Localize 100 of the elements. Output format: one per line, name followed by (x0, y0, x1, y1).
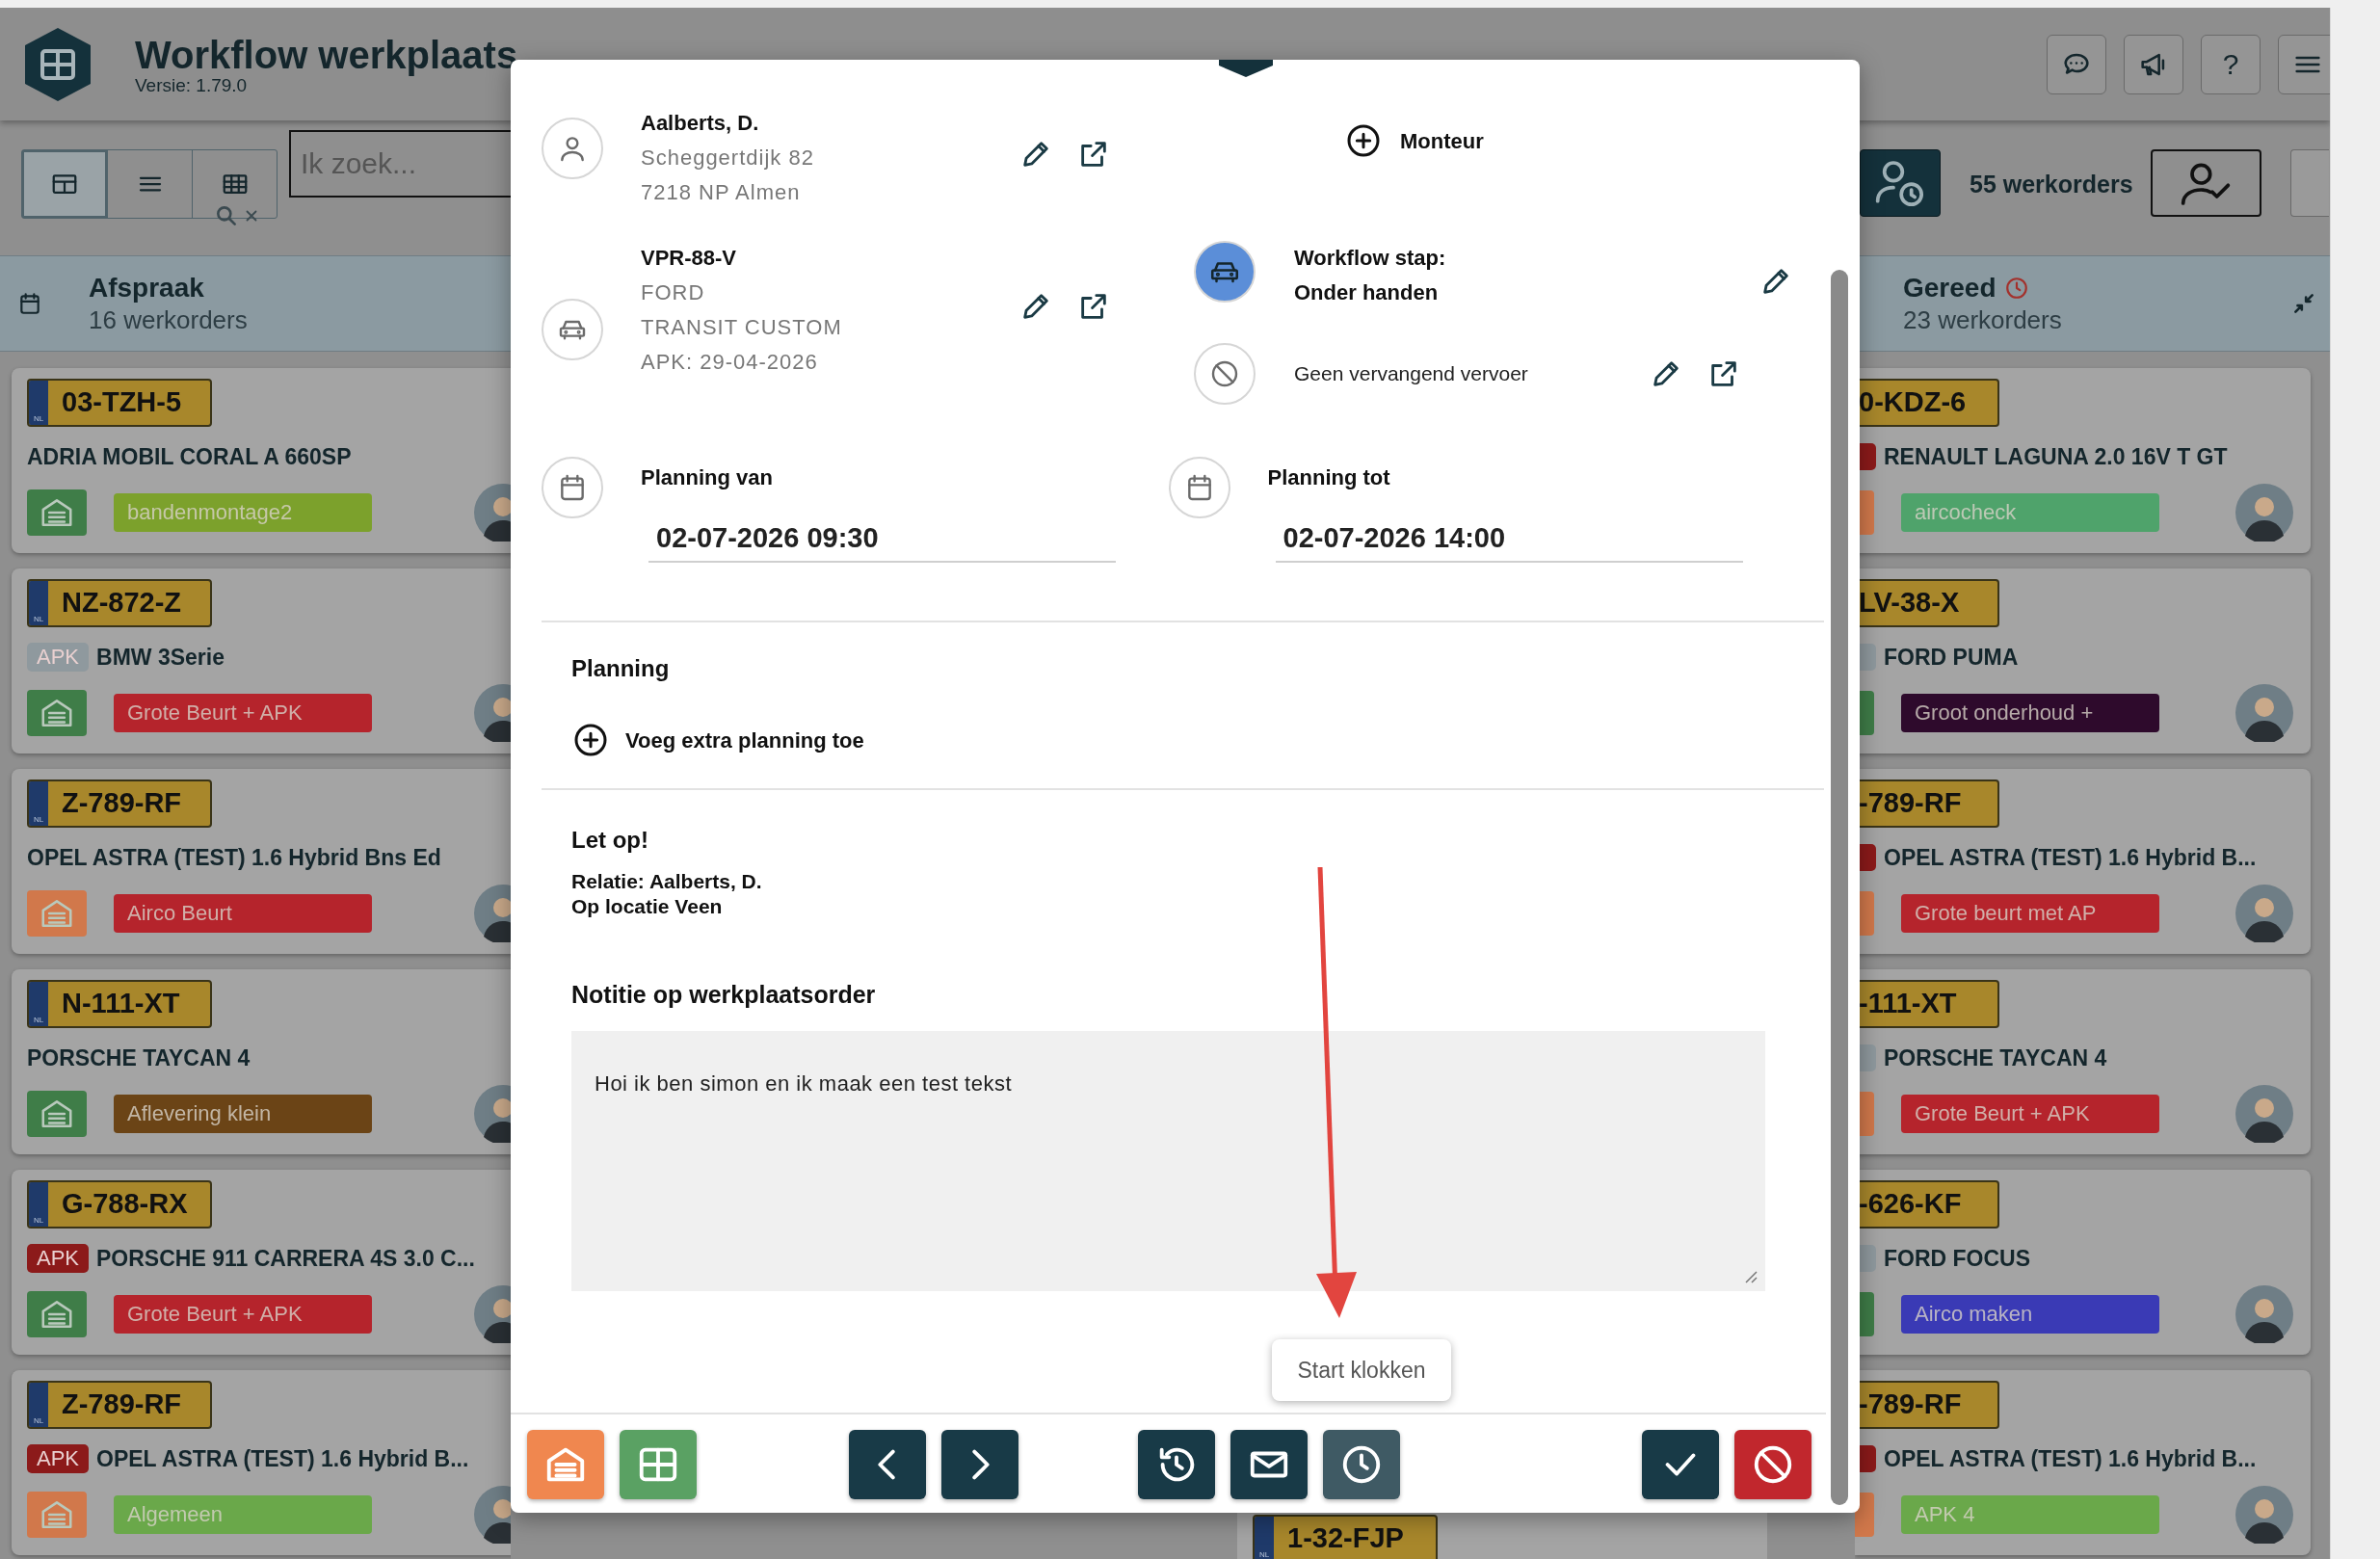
avatar (2235, 1085, 2293, 1143)
tag: Grote Beurt + APK (1901, 1095, 2159, 1133)
tag: Grote beurt met AP (1901, 894, 2159, 933)
country-code: NL (33, 1017, 44, 1024)
note-field[interactable]: Hoi ik ben simon en ik maak een test tekst (571, 1030, 1765, 1291)
scrollbar[interactable] (1831, 270, 1848, 1505)
vehicle-name: FORD FOCUS (1884, 1244, 2031, 1273)
customer-name: Aalberts, D. (641, 110, 760, 137)
planning-label: Planning van (641, 464, 774, 491)
work-order-card[interactable]: NL Z-789-RF APK OPEL ASTRA (TEST) 1.6 Hybrid B... Algemeen (12, 1370, 511, 1555)
vehicle-make: FORD (641, 279, 706, 306)
country-code: NL (33, 816, 44, 824)
tag: Airco Beurt (114, 894, 372, 933)
chat-button[interactable] (2047, 34, 2106, 94)
plate-number: N-111-XT (61, 987, 181, 1021)
vehicle-name: PORSCHE 911 CARRERA 4S 3.0 C... (96, 1244, 475, 1273)
tag: Airco maken (1901, 1295, 2159, 1334)
country-code: NL (1258, 1551, 1270, 1559)
vehicle-name: RENAULT LAGUNA 2.0 16V T GT (1884, 442, 2228, 471)
customer-city: 7218 NP Almen (641, 179, 802, 206)
vehicle-name: OPEL ASTRA (TEST) 1.6 Hybrid Bns Ed (27, 843, 441, 872)
vehicle-name: PORSCHE TAYCAN 4 (1884, 1044, 2107, 1072)
transport-label: Geen vervangend vervoer (1294, 361, 1529, 387)
avatar (2235, 1486, 2293, 1544)
column-title: Gereed (1903, 272, 1997, 304)
hexagon-icon (1219, 60, 1273, 77)
section-title: Notitie op werkplaatsorder (571, 980, 877, 1010)
work-order-card[interactable]: NL G-788-RX APK PORSCHE 911 CARRERA 4S 3.0 C... Grote Beurt + APK (12, 1170, 511, 1355)
tag: APK 4 (1901, 1495, 2159, 1534)
plate-number: -626-KF (1858, 1187, 1963, 1222)
country-code: NL (33, 415, 44, 423)
add-mechanic-button[interactable]: Monteur (1344, 121, 1484, 160)
vehicle-name: FORD PUMA (1884, 643, 2019, 672)
planning-label: Planning tot (1267, 464, 1391, 491)
plate-number: 0-KDZ-6 (1858, 385, 1968, 420)
column-count: 23 werkorders (1903, 304, 2062, 335)
tag: Algemeen (114, 1495, 372, 1534)
country-code: NL (33, 1217, 44, 1225)
apk-badge: APK (27, 643, 90, 672)
country-code: NL (33, 616, 44, 623)
plate-number: Z-789-RF (61, 786, 183, 821)
column-title: Afspraak (89, 272, 204, 304)
date-field[interactable]: 02-07-2026 14:00 (1275, 515, 1743, 563)
clock-icon (2003, 276, 2029, 301)
work-order-card[interactable]: NL Z-789-RF OPEL ASTRA (TEST) 1.6 Hybrid Bns Ed Airco Beurt (12, 769, 511, 954)
search-field[interactable]: Ik zoek... (289, 130, 511, 198)
work-order-card[interactable]: -789-RF OPEL ASTRA (TEST) 1.6 Hybrid B... APK 4 (1855, 1370, 2311, 1555)
app-title: Workflow werkplaats (135, 33, 518, 76)
vehicle-name: OPEL ASTRA (TEST) 1.6 Hybrid B... (1884, 1444, 2257, 1473)
work-order-card[interactable]: NL N-111-XT PORSCHE TAYCAN 4 Aflevering klein (12, 969, 511, 1154)
vehicle-plate: VPR-88-V (641, 245, 738, 272)
assign-button[interactable] (2150, 149, 2261, 217)
vehicle-name: BMW 3Serie (96, 643, 225, 672)
vehicle-name: OPEL ASTRA (TEST) 1.6 Hybrid B... (1884, 843, 2257, 872)
work-order-card[interactable]: NL NZ-872-Z APK BMW 3Serie Grote Beurt + APK (12, 568, 511, 753)
view-toggle[interactable] (22, 150, 107, 218)
collapse-icon (2291, 291, 2316, 316)
vehicle-model: TRANSIT CUSTOM (641, 314, 843, 341)
vehicle-name: OPEL ASTRA (TEST) 1.6 Hybrid B... (96, 1444, 469, 1473)
avatar (2235, 885, 2293, 942)
order-count: 55 werkorders (1970, 170, 2133, 199)
workflow-label: Workflow stap: (1294, 245, 1447, 272)
next-button[interactable] (941, 1430, 1018, 1499)
plate-number: NZ-872-Z (61, 586, 183, 621)
history-button[interactable] (1138, 1430, 1215, 1499)
ban-glyph (1209, 358, 1240, 389)
tag: Groot onderhoud + (1901, 694, 2159, 732)
garage-button[interactable] (527, 1430, 604, 1499)
work-order-card[interactable]: NL 03-TZH-5 ADRIA MOBIL CORAL A 660SP bandenmontage2 (12, 368, 511, 553)
section-title: Planning (571, 654, 671, 683)
tooltip: Start klokken (1272, 1339, 1451, 1401)
plate-number: Z-789-RF (61, 1387, 183, 1422)
date-field[interactable]: 02-07-2026 09:30 (648, 515, 1116, 563)
previous-button[interactable] (849, 1430, 926, 1499)
search-icon (214, 203, 239, 228)
add-planning-button[interactable]: Voeg extra planning toe (571, 721, 864, 759)
avatar (2235, 684, 2293, 742)
apk-badge: APK (27, 1244, 90, 1273)
column-count: 16 werkorders (89, 304, 248, 335)
timer-button[interactable] (1860, 149, 1941, 217)
customer-address: Scheggertdijk 82 (641, 145, 815, 172)
clock-button[interactable] (1323, 1430, 1400, 1499)
help-button[interactable]: ? (2201, 34, 2261, 94)
note-text: Hoi ik ben simon en ik maak een test tekst (595, 1070, 1013, 1096)
tag: Grote Beurt + APK (114, 1295, 372, 1334)
tag: Grote Beurt + APK (114, 694, 372, 732)
version-label: Versie: 1.79.0 (135, 75, 249, 95)
menu-button[interactable] (2278, 34, 2330, 94)
cancel-button[interactable] (1734, 1430, 1811, 1499)
calendar-icon (17, 291, 42, 316)
plate-number: G-788-RX (61, 1187, 189, 1222)
plate-number: -789-RF (1858, 786, 1963, 821)
announcement-button[interactable] (2124, 34, 2183, 94)
vehicle-name: PORSCHE TAYCAN 4 (27, 1044, 251, 1072)
confirm-button[interactable] (1642, 1430, 1719, 1499)
grid-button[interactable] (620, 1430, 697, 1499)
vehicle-apk-date: APK: 29-04-2026 (641, 349, 819, 376)
plate-number: 03-TZH-5 (61, 385, 183, 420)
mail-button[interactable] (1230, 1430, 1308, 1499)
plate-number: LV-38-X (1858, 586, 1961, 621)
